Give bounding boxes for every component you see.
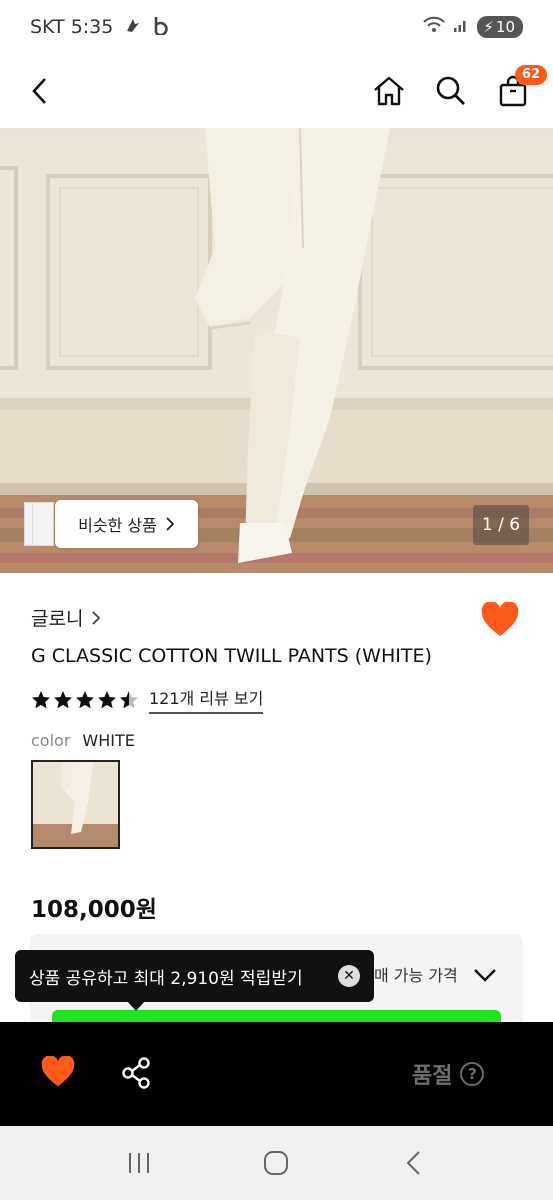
rating-stars [31,690,139,710]
rating-row: 121개 리뷰 보기 [31,685,264,714]
chevron-right-icon [166,517,175,531]
share-button[interactable] [120,1056,156,1092]
share-icon [122,1057,150,1089]
star-full-icon [32,690,50,708]
like-button[interactable] [40,1055,76,1092]
notification-icon [123,15,143,40]
signal-icon [453,16,469,38]
price-box-toggle[interactable] [472,962,498,988]
heart-icon [481,601,519,636]
cart-count-badge: 62 [514,65,547,85]
cart-button[interactable]: 62 [495,65,547,109]
product-image-gallery[interactable]: 비슷한 상품 1 / 6 [0,128,553,573]
chevron-right-icon [92,610,101,625]
home-icon [374,76,404,106]
share-reward-tooltip: 상품 공유하고 최대 2,910원 적립받기 ✕ [15,950,374,1002]
status-bar: SKT 5:35 ⚡ 10 [0,0,553,54]
help-icon[interactable]: ? [460,1062,485,1086]
battery-level: 10 [495,18,515,36]
home-nav-button[interactable] [256,1143,296,1183]
carrier-time: SKT 5:35 [30,16,114,38]
bottom-action-bar: 품절 ? [0,1022,553,1126]
close-icon[interactable]: ✕ [338,965,360,987]
tooltip-arrow [127,1001,145,1011]
recent-apps-button[interactable] [119,1143,159,1183]
star-half-icon [120,690,138,708]
back-nav-icon [406,1151,420,1175]
charging-icon: ⚡ [483,18,494,36]
wifi-icon [423,16,446,39]
app-header: 62 [0,54,553,128]
search-button[interactable] [433,73,469,109]
back-button[interactable] [22,73,58,109]
system-nav-bar [0,1126,553,1200]
battery-indicator: ⚡ 10 [477,16,523,38]
product-price: 108,000원 [31,897,157,923]
review-link[interactable]: 121개 리뷰 보기 [149,685,264,714]
color-value: WHITE [82,731,135,750]
wishlist-button[interactable] [480,601,520,642]
star-full-icon [98,690,116,708]
price-box-label: 매 가능 가격 [374,966,458,985]
brand-link[interactable]: 글로니 [31,604,101,631]
heart-icon [41,1055,75,1087]
chevron-left-icon [32,78,46,104]
home-button[interactable] [371,73,407,109]
similar-products-button[interactable]: 비슷한 상품 [55,500,198,548]
swatch-thumbnail [33,762,118,847]
color-label: color [31,731,71,750]
star-full-icon [76,690,94,708]
tooltip-text: 상품 공유하고 최대 2,910원 적립받기 [29,968,303,989]
b-app-icon [153,15,171,40]
color-row: color WHITE [31,731,135,750]
similar-products-label: 비슷한 상품 [78,516,157,535]
star-full-icon [54,690,72,708]
recent-apps-icon [128,1153,149,1173]
soldout-status: 품절 ? [412,1058,485,1090]
image-page-indicator: 1 / 6 [473,505,529,545]
chevron-down-icon [474,969,496,982]
back-nav-button[interactable] [394,1143,434,1183]
product-title: G CLASSIC COTTON TWILL PANTS (WHITE) [31,645,432,667]
soldout-label: 품절 [412,1064,453,1089]
search-icon [436,76,465,105]
home-nav-icon [264,1151,289,1175]
color-swatch-white[interactable] [31,760,120,849]
brand-name: 글로니 [31,608,84,630]
